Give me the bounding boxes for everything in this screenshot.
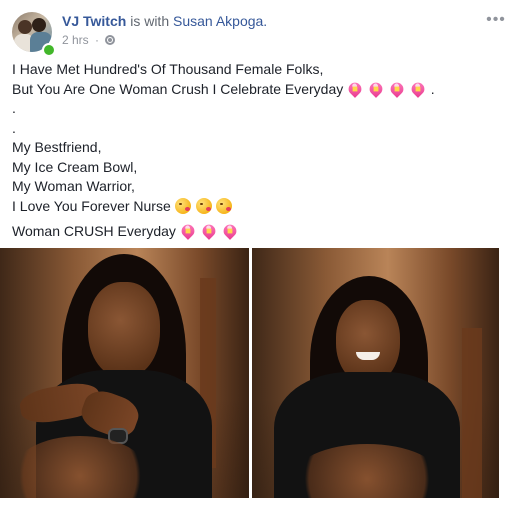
sparkling-heart-icon — [408, 79, 427, 98]
sparkling-heart-icon — [387, 79, 406, 98]
meta-separator: · — [95, 33, 100, 47]
with-text: is with — [130, 13, 170, 29]
sparkling-heart-icon — [178, 221, 197, 241]
post-header: VJ Twitch is with Susan Akpoga. 2 hrs · … — [12, 10, 507, 57]
message-line-text: But You Are One Woman Crush I Celebrate … — [12, 80, 344, 97]
sparkling-heart-icon — [366, 79, 386, 98]
face-blowing-kiss-icon — [174, 197, 191, 214]
face-blowing-kiss-icon — [216, 197, 233, 214]
message-line: My Bestfriend, — [12, 139, 102, 155]
photo-chair — [462, 328, 482, 498]
post-photos — [0, 248, 519, 498]
message-line: I Love You Forever Nurse — [12, 197, 507, 217]
globe-icon[interactable] — [105, 35, 116, 45]
sparkling-heart-icon — [199, 221, 218, 241]
avatar-figure — [18, 20, 32, 34]
face-blowing-kiss-icon — [195, 197, 212, 214]
post-title-line: VJ Twitch is with Susan Akpoga. — [62, 13, 267, 29]
photo-face — [88, 282, 160, 378]
tagged-person-link[interactable]: Susan Akpoga. — [173, 13, 267, 29]
author-name-link[interactable]: VJ Twitch — [62, 13, 126, 29]
message-line: I Have Met Hundred's Of Thousand Female … — [12, 61, 324, 77]
message-line: But You Are One Woman Crush I Celebrate … — [12, 79, 507, 100]
message-line-text: Woman CRUSH Everyday — [12, 223, 176, 239]
avatar-figure — [32, 18, 46, 32]
facebook-post: VJ Twitch is with Susan Akpoga. 2 hrs · … — [0, 0, 519, 518]
post-timestamp-link[interactable]: 2 hrs — [62, 33, 89, 47]
sparkling-heart-icon — [346, 79, 365, 98]
message-line: Woman CRUSH Everyday — [12, 221, 507, 242]
message-line: . — [12, 119, 16, 136]
sparkling-heart-icon — [220, 221, 239, 241]
more-options-icon[interactable]: ••• — [485, 12, 507, 30]
post-meta: 2 hrs · — [62, 33, 116, 47]
message-line: . — [12, 100, 16, 116]
message-line-text: I Love You Forever Nurse — [12, 197, 171, 214]
message-line: My Woman Warrior, — [12, 178, 135, 194]
online-status-icon — [42, 43, 56, 57]
photo-left[interactable] — [0, 248, 249, 498]
message-line-text: . — [430, 80, 435, 97]
photo-right[interactable] — [252, 248, 499, 498]
post-message: I Have Met Hundred's Of Thousand Female … — [12, 60, 507, 242]
message-line: My Ice Cream Bowl, — [12, 158, 138, 175]
